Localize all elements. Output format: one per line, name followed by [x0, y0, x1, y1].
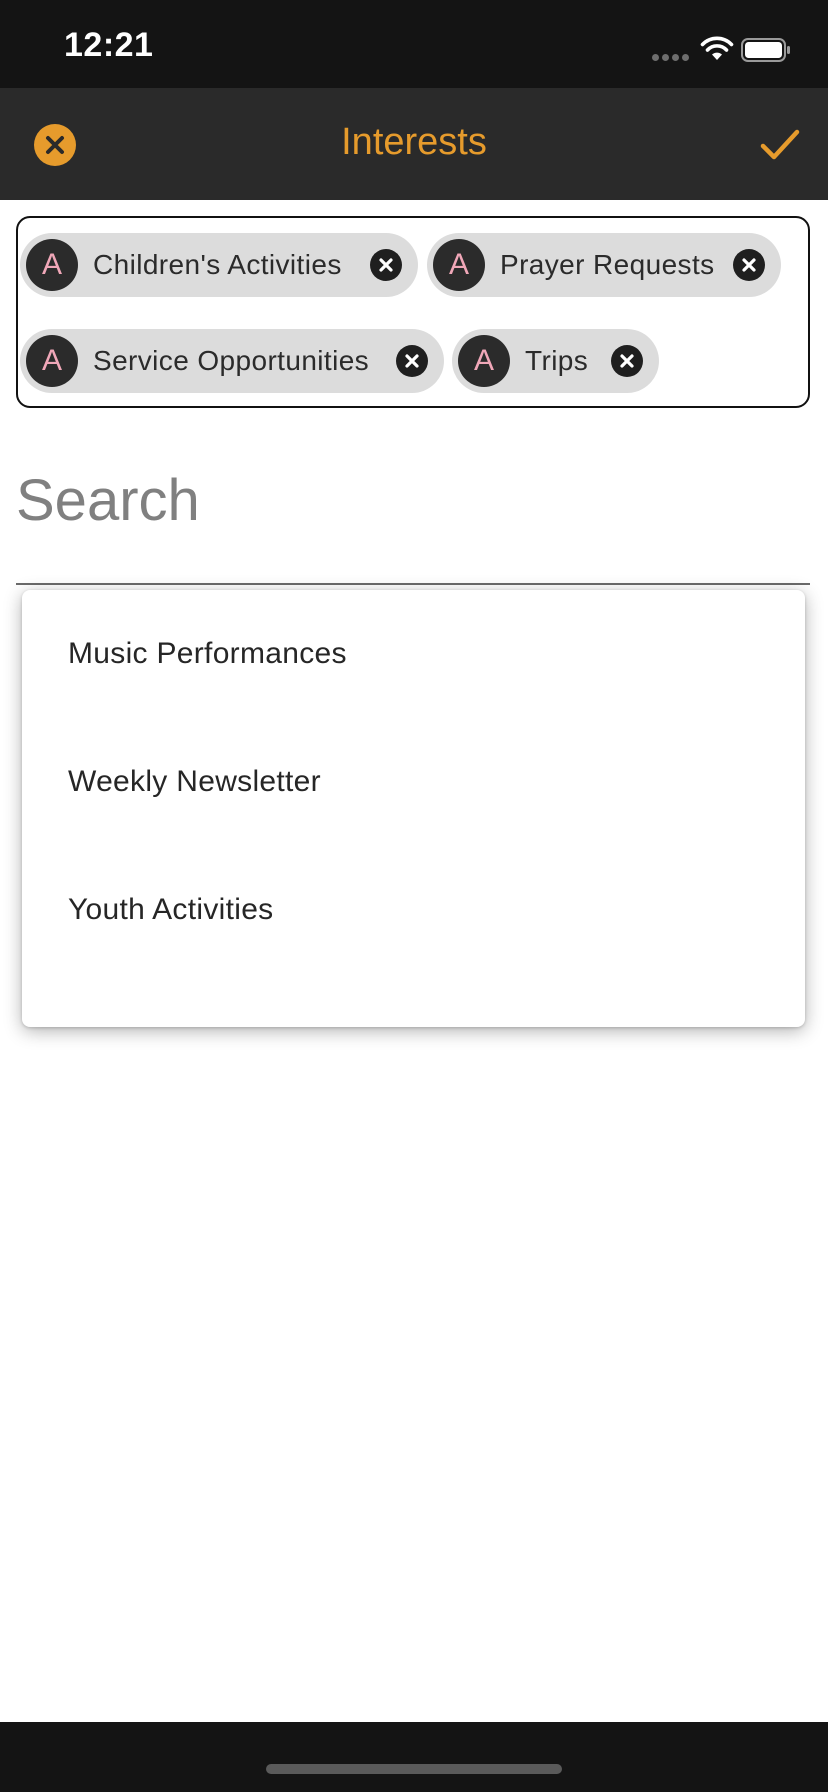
- chip-avatar: A: [433, 239, 485, 291]
- chip-remove-button[interactable]: [370, 249, 402, 281]
- suggestion-weekly-newsletter[interactable]: Weekly Newsletter: [22, 718, 805, 846]
- chip-label: Prayer Requests: [500, 249, 715, 280]
- chip-remove-button[interactable]: [733, 249, 765, 281]
- close-icon: [620, 354, 634, 368]
- suggestion-youth-activities[interactable]: Youth Activities: [22, 846, 805, 974]
- suggestion-music-performances[interactable]: Music Performances: [22, 590, 805, 718]
- home-indicator-area: [0, 1722, 828, 1792]
- search-input[interactable]: [16, 455, 810, 545]
- search-underline: [16, 583, 810, 585]
- chip-avatar: A: [26, 335, 78, 387]
- home-indicator[interactable]: [266, 1764, 562, 1774]
- chip-service-opportunities: A Service Opportunities: [20, 329, 444, 393]
- wifi-icon: [700, 36, 734, 60]
- suggestion-label: Youth Activities: [68, 893, 274, 926]
- cellular-signal-icon: [652, 54, 692, 62]
- chip-remove-button[interactable]: [396, 345, 428, 377]
- checkmark-icon: [760, 129, 800, 160]
- suggestion-label: Weekly Newsletter: [68, 765, 321, 798]
- status-bar: 12:21: [0, 0, 828, 88]
- chip-trips: A Trips: [452, 329, 659, 393]
- close-icon: [405, 354, 419, 368]
- confirm-button[interactable]: [758, 124, 802, 164]
- suggestion-label: Music Performances: [68, 637, 347, 670]
- chip-label: Children's Activities: [93, 249, 342, 280]
- suggestions-dropdown: Music Performances Weekly Newsletter You…: [22, 590, 805, 1027]
- status-time: 12:21: [64, 26, 154, 64]
- chip-avatar: A: [458, 335, 510, 387]
- chip-prayer-requests: A Prayer Requests: [427, 233, 781, 297]
- chip-childrens-activities: A Children's Activities: [20, 233, 418, 297]
- chip-remove-button[interactable]: [611, 345, 643, 377]
- chip-label: Service Opportunities: [93, 345, 370, 376]
- close-icon: [379, 258, 393, 272]
- page-title: Interests: [341, 121, 487, 163]
- chip-avatar: A: [26, 239, 78, 291]
- battery-icon: [741, 38, 790, 62]
- close-icon: [742, 258, 756, 272]
- chip-label: Trips: [525, 345, 589, 376]
